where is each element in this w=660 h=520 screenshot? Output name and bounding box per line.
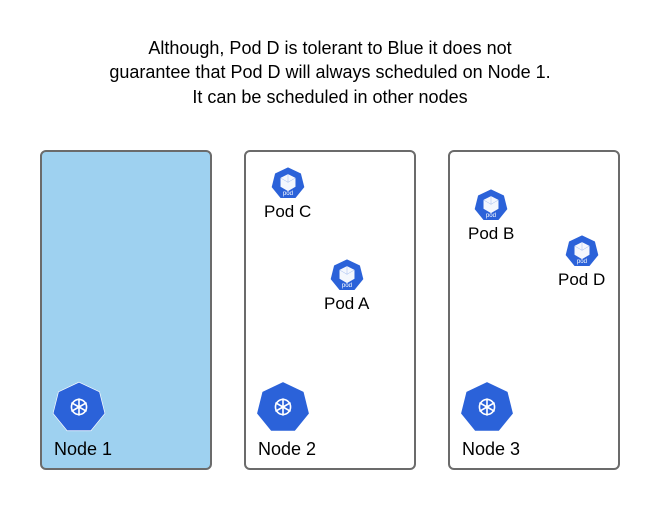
pod-d-label: Pod D bbox=[558, 270, 605, 290]
caption-line-3: It can be scheduled in other nodes bbox=[192, 87, 467, 107]
pod-badge-text: pod bbox=[342, 282, 352, 289]
pod-c-label: Pod C bbox=[264, 202, 311, 222]
pod-b-label: Pod B bbox=[468, 224, 514, 244]
node-2-box: pod Pod C pod Pod A Node 2 bbox=[244, 150, 416, 470]
k8s-node-icon bbox=[256, 380, 310, 434]
k8s-pod-icon: pod bbox=[565, 234, 599, 268]
k8s-node-icon bbox=[460, 380, 514, 434]
k8s-pod-icon: pod bbox=[474, 188, 508, 222]
k8s-node-icon bbox=[52, 380, 106, 434]
pod-badge-text: pod bbox=[486, 212, 496, 219]
pod-b: pod Pod B bbox=[468, 188, 514, 244]
pod-badge-text: pod bbox=[577, 258, 587, 265]
node-3-box: pod Pod B pod Pod D Node 3 bbox=[448, 150, 620, 470]
node-1-box: Node 1 bbox=[40, 150, 212, 470]
pod-d: pod Pod D bbox=[558, 234, 605, 290]
node-row: Node 1 pod Pod C pod Pod A Node 2 bbox=[40, 150, 620, 470]
diagram-caption: Although, Pod D is tolerant to Blue it d… bbox=[0, 36, 660, 109]
pod-c: pod Pod C bbox=[264, 166, 311, 222]
pod-badge-text: pod bbox=[283, 190, 293, 197]
caption-line-1: Although, Pod D is tolerant to Blue it d… bbox=[148, 38, 511, 58]
pod-a-label: Pod A bbox=[324, 294, 369, 314]
node-1-label: Node 1 bbox=[54, 439, 112, 460]
caption-line-2: guarantee that Pod D will always schedul… bbox=[109, 62, 550, 82]
node-3-label: Node 3 bbox=[462, 439, 520, 460]
pod-a: pod Pod A bbox=[324, 258, 369, 314]
node-2-label: Node 2 bbox=[258, 439, 316, 460]
k8s-pod-icon: pod bbox=[271, 166, 305, 200]
k8s-pod-icon: pod bbox=[330, 258, 364, 292]
